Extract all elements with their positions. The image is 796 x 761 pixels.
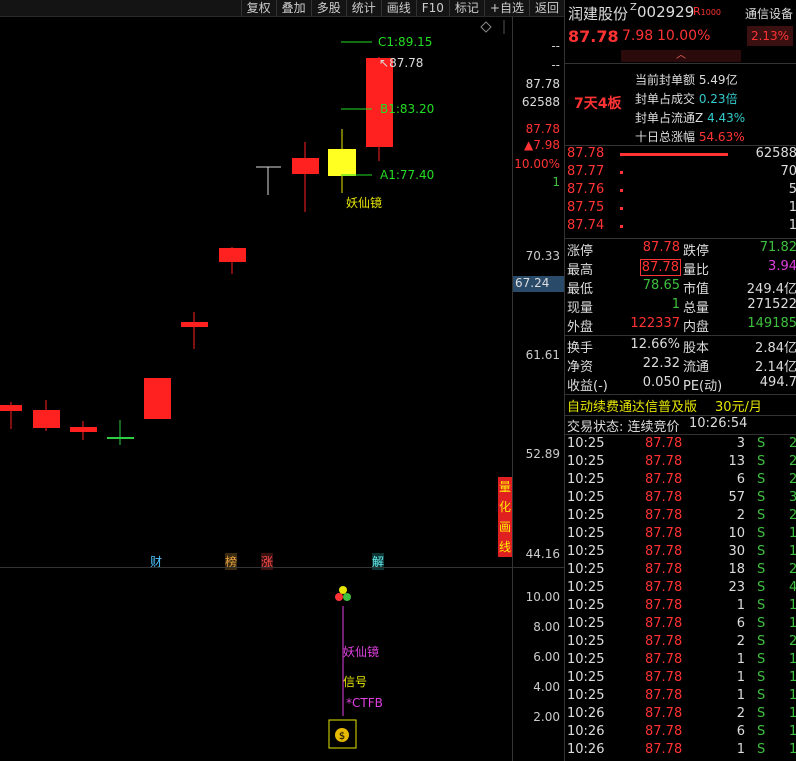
quant-draw-tag[interactable]: 量 化 画 线 bbox=[498, 477, 512, 557]
sector-pct: 2.13% bbox=[747, 26, 793, 46]
stock-name: 润建股份 bbox=[568, 5, 629, 23]
signal-dot bbox=[343, 593, 351, 601]
indicator-pane: $ bbox=[328, 586, 357, 749]
toolbar-button[interactable]: 统计 bbox=[345, 0, 381, 16]
tick-row: 10:2587.781S1 bbox=[567, 652, 796, 667]
tick-row: 10:2587.7813S2 bbox=[567, 454, 796, 469]
target-a1: A1:77.40 bbox=[380, 168, 435, 182]
board-stats: 当前封单额 5.49亿 封单占成交 0.23倍 封单占流通Z 4.43% 十日总… bbox=[635, 73, 746, 144]
price-pct: 10.00% bbox=[657, 28, 711, 44]
candles bbox=[0, 57, 393, 445]
toolbar-button[interactable]: 复权 bbox=[240, 0, 276, 16]
price-axis: -- -- 87.78 62588 87.78 ▲7.98 10.00% 1 7… bbox=[512, 17, 564, 761]
signal-dot bbox=[339, 586, 347, 594]
tick-row: 10:2587.783S2 bbox=[567, 436, 796, 451]
collapse-toggle[interactable]: ︿ bbox=[621, 50, 741, 62]
tick-row: 10:2687.782S1 bbox=[567, 706, 796, 721]
stock-code: 002929 bbox=[637, 3, 695, 21]
signal-dot bbox=[335, 593, 343, 601]
candle bbox=[219, 248, 246, 262]
target-b1: B1:83.20 bbox=[380, 102, 435, 116]
tick-row: 10:2587.7830S1 bbox=[567, 544, 796, 559]
tick-row: 10:2587.781S1 bbox=[567, 670, 796, 685]
quote-panel: 润建股份 Z 002929 R1000 通信设备 2.13% 87.78 7.9… bbox=[564, 0, 796, 761]
back-button[interactable]: 返回 bbox=[528, 0, 564, 16]
tick-row: 10:2687.781S1 bbox=[567, 742, 796, 757]
tick-row: 10:2587.7823S4 bbox=[567, 580, 796, 595]
toolbar-button[interactable]: 画线 bbox=[380, 0, 416, 16]
tick-row: 10:2587.782S2 bbox=[567, 634, 796, 649]
candle bbox=[107, 437, 134, 439]
tick-row: 10:2587.781S1 bbox=[567, 688, 796, 703]
tick-row: 10:2587.781S1 bbox=[567, 598, 796, 613]
toolbar-button[interactable]: 标记 bbox=[448, 0, 484, 16]
price-change: 7.98 bbox=[622, 28, 654, 44]
stock-tag: R1000 bbox=[693, 5, 722, 18]
sector-name[interactable]: 通信设备 bbox=[745, 5, 793, 22]
indicator-label-1: 妖仙镜 bbox=[343, 645, 380, 659]
tick-row: 10:2587.7810S1 bbox=[567, 526, 796, 541]
tick-row: 10:2587.782S2 bbox=[567, 508, 796, 523]
candle bbox=[0, 405, 22, 411]
toolbar-button[interactable]: +自选 bbox=[483, 0, 529, 16]
tick-row: 10:2587.7818S2 bbox=[567, 562, 796, 577]
indicator-label-3: *CTFB bbox=[346, 696, 383, 710]
candle bbox=[328, 149, 356, 176]
signal-label: 妖仙镜 bbox=[346, 196, 383, 210]
candle bbox=[181, 322, 208, 327]
top-toolbar: 复权 叠加 多股 统计 画线 F10 标记 +自选 返回 bbox=[0, 0, 564, 17]
current-price-marker: 67.24 bbox=[513, 276, 564, 292]
tick-row: 10:2587.786S2 bbox=[567, 472, 796, 487]
candle bbox=[292, 158, 319, 174]
tick-row: 10:2587.786S1 bbox=[567, 616, 796, 631]
target-c1: C1:89.15 bbox=[378, 35, 433, 49]
diamond-icon bbox=[480, 21, 492, 33]
indicator-label-2: 信号 bbox=[343, 675, 368, 689]
trade-status: 交易状态: 连续竞价 10:26:54 bbox=[567, 416, 748, 435]
toolbar-button[interactable]: F10 bbox=[415, 0, 449, 16]
toolbar-button[interactable]: 叠加 bbox=[275, 0, 311, 16]
promo-banner[interactable]: 自动续费通达信普及版 30元/月 bbox=[565, 396, 796, 415]
board-label: 7天4板 bbox=[574, 96, 622, 112]
candle bbox=[70, 427, 97, 432]
tick-row: 10:2587.7857S3 bbox=[567, 490, 796, 505]
current-price: 87.78 bbox=[568, 27, 619, 46]
tick-row: 10:2687.786S1 bbox=[567, 724, 796, 739]
candle bbox=[144, 378, 171, 419]
toolbar-button[interactable]: 多股 bbox=[310, 0, 346, 16]
high-price-label: ↖87.78 bbox=[379, 56, 424, 70]
candle bbox=[33, 410, 60, 428]
svg-text:$: $ bbox=[339, 731, 345, 742]
